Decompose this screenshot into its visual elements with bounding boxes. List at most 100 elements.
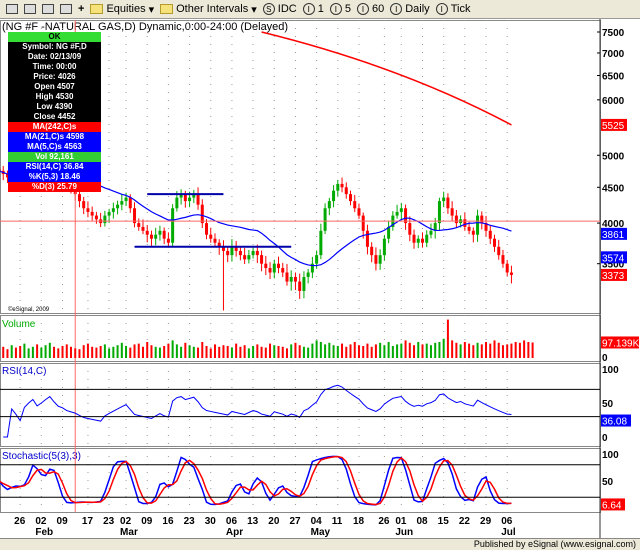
- candle-body: [374, 255, 378, 264]
- candle-body: [116, 204, 120, 209]
- interval-daily-button[interactable]: I Daily: [390, 3, 430, 15]
- candle-body: [505, 263, 509, 273]
- volume-bar: [345, 346, 348, 358]
- volume-bar: [336, 346, 339, 358]
- candle-body: [349, 194, 353, 202]
- data-price: Price: 4026: [33, 72, 76, 81]
- candle-body: [260, 255, 264, 264]
- copy-chart-icon[interactable]: [42, 4, 54, 14]
- volume-bar: [404, 340, 407, 358]
- volume-bar: [48, 342, 51, 358]
- candle-body: [111, 208, 115, 212]
- volume-bar: [213, 344, 216, 358]
- folder-icon: [90, 4, 104, 14]
- volume-bar: [324, 344, 327, 358]
- add-button[interactable]: +: [78, 3, 84, 15]
- candle-body: [277, 263, 281, 269]
- new-chart-icon[interactable]: [24, 4, 36, 14]
- volume-bar: [366, 343, 369, 358]
- volume-bar: [197, 347, 200, 358]
- candle-body: [188, 197, 192, 202]
- volume-bar: [69, 346, 72, 358]
- candle-body: [226, 250, 230, 256]
- volume-bar: [141, 346, 144, 358]
- volume-bar: [65, 344, 68, 358]
- candle-body: [399, 208, 403, 212]
- candle-body: [488, 230, 492, 239]
- interval-1-button[interactable]: I1: [302, 3, 324, 15]
- volume-bar: [61, 346, 64, 358]
- volume-value-label: 97.139K: [602, 338, 640, 349]
- volume-zero-label: 0: [602, 353, 608, 364]
- x-tick-label: 09: [141, 516, 153, 527]
- price-label: 3861: [602, 230, 625, 241]
- volume-bar: [400, 343, 403, 358]
- candle-body: [315, 255, 319, 264]
- volume-bar: [332, 345, 335, 358]
- volume-bar: [413, 345, 416, 358]
- candle-body: [454, 215, 458, 224]
- candle-body: [128, 197, 132, 209]
- candle-body: [425, 234, 429, 243]
- candle-body: [501, 255, 505, 264]
- idc-button[interactable]: S IDC: [262, 3, 297, 15]
- layout-icon[interactable]: [6, 4, 18, 14]
- interval-icon: I: [329, 3, 342, 15]
- x-tick-label: 23: [103, 516, 115, 527]
- candle-body: [497, 246, 501, 256]
- interval-5-button[interactable]: I5: [329, 3, 351, 15]
- candle-body: [209, 234, 213, 239]
- candle-body: [90, 211, 94, 216]
- volume-bar: [86, 343, 89, 358]
- volume-bar: [514, 342, 517, 358]
- candle-body: [149, 234, 153, 239]
- interval-tick-button[interactable]: I Tick: [435, 3, 470, 15]
- s-icon: S: [262, 3, 275, 15]
- candle-body: [251, 250, 255, 256]
- volume-bar: [23, 343, 26, 358]
- volume-bar: [501, 345, 504, 358]
- rsi-tick-label: 100: [602, 365, 619, 376]
- candle-body: [323, 208, 327, 231]
- candle-body: [476, 215, 480, 235]
- interval-icon: I: [302, 3, 315, 15]
- link-icon[interactable]: [60, 4, 72, 14]
- candle-body: [509, 272, 513, 275]
- volume-bar: [451, 340, 454, 358]
- data-ma242: MA(242,C)s: [8, 122, 101, 132]
- candle-body: [298, 281, 302, 291]
- candle-body: [103, 215, 107, 224]
- x-tick-label: 26: [14, 516, 26, 527]
- candle-body: [336, 183, 340, 191]
- volume-bar: [31, 346, 34, 358]
- candle-body: [365, 230, 369, 247]
- candle-body: [471, 230, 475, 235]
- candle-body: [247, 255, 251, 260]
- candle-body: [120, 201, 124, 205]
- volume-bar: [95, 347, 98, 358]
- volume-bar: [158, 347, 161, 358]
- data-d: %D(3) 25.79: [8, 182, 101, 192]
- candle-body: [442, 197, 446, 202]
- interval-60-button[interactable]: I 60: [356, 3, 384, 15]
- volume-bar: [294, 342, 297, 358]
- data-time: Time: 00:00: [32, 62, 77, 71]
- data-window: OK Symbol: NG #F,D Date: 02/13/09 Time: …: [8, 32, 101, 192]
- volume-bar: [353, 342, 356, 358]
- candle-body: [302, 277, 306, 291]
- other-intervals-dropdown[interactable]: Other Intervals ▾: [160, 3, 257, 16]
- volume-bar: [476, 342, 479, 358]
- volume-bar: [108, 348, 111, 358]
- volume-bar: [252, 346, 255, 358]
- volume-bar: [230, 347, 233, 358]
- x-tick-label: 04: [311, 516, 323, 527]
- x-tick-label: 16: [162, 516, 174, 527]
- equities-dropdown[interactable]: Equities ▾: [90, 3, 154, 16]
- volume-bar: [396, 344, 399, 358]
- interval-icon: I: [356, 3, 369, 15]
- data-close: Close 4452: [33, 112, 76, 121]
- x-tick-label: 18: [353, 516, 365, 527]
- rsi-tick-label: 50: [602, 399, 614, 410]
- candle-body: [281, 268, 285, 273]
- volume-bar: [370, 346, 373, 358]
